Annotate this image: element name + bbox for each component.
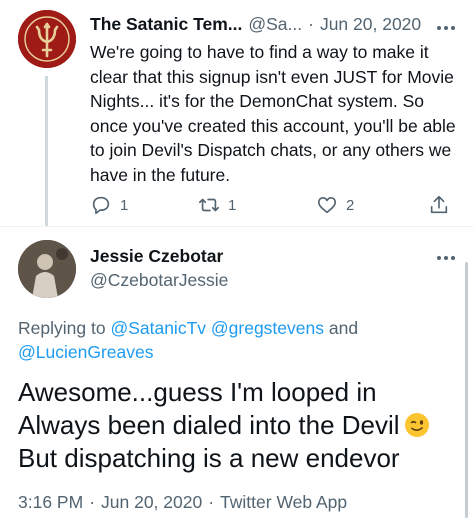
trident-logo-avatar-icon[interactable] xyxy=(18,10,76,68)
like-button[interactable]: 2 xyxy=(316,192,354,218)
reply-button[interactable]: 1 xyxy=(90,192,128,218)
share-button[interactable] xyxy=(428,192,450,218)
author-handle[interactable]: @Sa... xyxy=(248,14,302,35)
replying-to: Replying to @SatanicTv @gregstevens and … xyxy=(18,316,438,364)
author-name[interactable]: The Satanic Tem... xyxy=(90,14,242,35)
tweet-satanic-temple[interactable]: The Satanic Tem... @Sa... · Jun 20, 2020… xyxy=(0,0,474,226)
tweet-line-1: Awesome...guess I'm looped in xyxy=(18,377,377,407)
separator-dot: · xyxy=(208,492,215,512)
winking-face-icon xyxy=(404,412,430,438)
author-name[interactable]: Jessie Czebotar xyxy=(90,246,223,267)
tweet-date[interactable]: Jun 20, 2020 xyxy=(320,14,421,35)
tweet-line-2: Always been dialed into the Devil xyxy=(18,410,400,440)
mention-luciengreaves[interactable]: @LucienGreaves xyxy=(18,342,153,362)
tweet-text: Awesome...guess I'm looped in Always bee… xyxy=(18,376,468,475)
tweet-actions: 1 1 2 xyxy=(90,192,462,220)
source-app[interactable]: Twitter Web App xyxy=(220,492,347,513)
tweet-time[interactable]: 3:16 PM xyxy=(18,492,83,513)
reply-count: 1 xyxy=(120,196,129,214)
mention-satanictv[interactable]: @SatanicTv xyxy=(110,318,206,338)
more-options-icon[interactable] xyxy=(432,248,460,268)
reply-icon xyxy=(92,196,110,215)
replying-prefix: Replying to xyxy=(18,318,106,338)
tweet-metadata: 3:16 PM · Jun 20, 2020 · Twitter Web App xyxy=(18,492,347,513)
tweet-text: We're going to have to find a way to mak… xyxy=(90,42,456,185)
retweet-button[interactable]: 1 xyxy=(198,192,236,218)
tweet-line-2-wrap: Always been dialed into the Devil xyxy=(18,409,468,442)
share-icon xyxy=(430,195,448,214)
tweet-header: The Satanic Tem... @Sa... · Jun 20, 2020 xyxy=(90,14,421,38)
separator-dot: · xyxy=(308,14,314,34)
and-word: and xyxy=(328,318,359,338)
separator-dot: · xyxy=(89,492,96,512)
tweet-jessie-czebotar[interactable]: Jessie Czebotar @CzebotarJessie Replying… xyxy=(0,226,474,530)
tweet-date[interactable]: Jun 20, 2020 xyxy=(101,492,202,513)
tweet-line-3: But dispatching is a new endevor xyxy=(18,443,400,473)
scrollbar[interactable] xyxy=(465,262,468,518)
retweet-icon xyxy=(199,198,219,212)
author-handle[interactable]: @CzebotarJessie xyxy=(90,270,228,291)
thread-connector-line xyxy=(45,76,48,226)
mention-gregstevens[interactable]: @gregstevens xyxy=(211,318,324,338)
more-options-icon[interactable] xyxy=(432,18,460,38)
retweet-count: 1 xyxy=(228,196,237,214)
avatar[interactable] xyxy=(18,240,76,298)
like-count: 2 xyxy=(346,196,355,214)
heart-icon xyxy=(317,197,337,214)
